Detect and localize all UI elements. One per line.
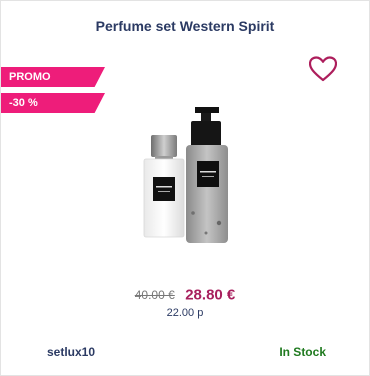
promo-badge: PROMO [1, 67, 105, 87]
new-price: 28.80 € [185, 286, 236, 304]
old-price: 40.00 € [134, 287, 175, 302]
product-sku: setlux10 [47, 345, 96, 359]
perfume-set-image[interactable] [131, 101, 243, 249]
product-title[interactable]: Perfume set Western Spirit [1, 18, 369, 34]
price-row: 40.00 € 28.80 € [1, 286, 369, 304]
discount-badge: -30 % [1, 93, 105, 113]
heart-outline-icon[interactable] [309, 56, 337, 82]
product-card[interactable]: Perfume set Western Spirit PROMO -30 % 4… [0, 0, 370, 376]
points-value: 22.00 p [166, 307, 204, 319]
stock-status: In Stock [279, 345, 326, 359]
